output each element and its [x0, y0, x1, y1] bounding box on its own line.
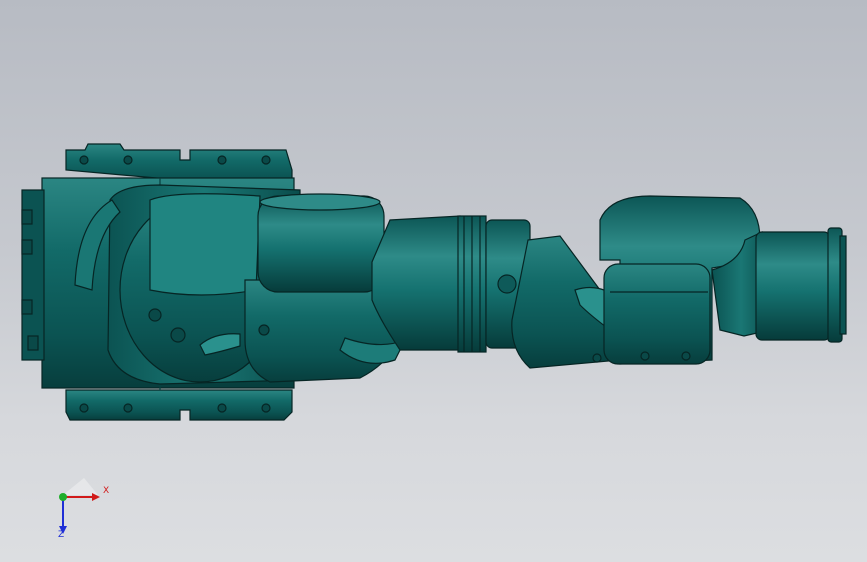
- coordinate-triad: [59, 478, 100, 534]
- forearm-link[interactable]: [371, 215, 621, 369]
- robot-arm-model[interactable]: [0, 0, 867, 562]
- graphics-viewport[interactable]: X Z: [0, 0, 867, 562]
- wrist-joint[interactable]: [599, 195, 771, 365]
- triad-x-label: X: [103, 486, 110, 496]
- triad-z-label: Z: [58, 530, 65, 540]
- end-effector-flange[interactable]: [755, 227, 847, 343]
